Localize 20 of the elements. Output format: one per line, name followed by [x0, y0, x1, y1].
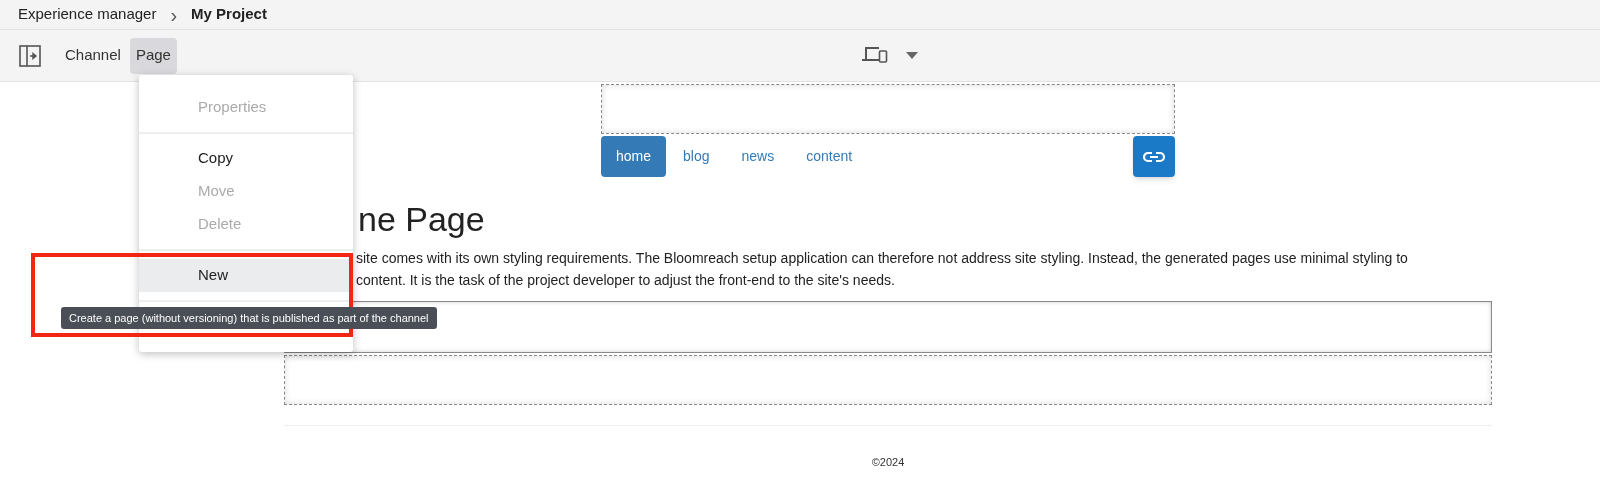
devices-icon[interactable] — [862, 44, 888, 66]
nav-link[interactable]: news — [726, 136, 790, 177]
link-button[interactable] — [1133, 136, 1175, 177]
sidebar-toggle-icon[interactable] — [19, 44, 41, 67]
intro-text: site comes with its own styling requirements. The Bloomreach setup application can therefore not address site styling. Instead, the generated pages use minimal styling to — [356, 249, 1409, 268]
page-heading: ne Page — [357, 199, 486, 240]
nav-link[interactable]: blog — [668, 136, 725, 177]
breadcrumb-link[interactable]: Experience manager — [18, 3, 157, 26]
nav-link[interactable]: home — [601, 136, 667, 177]
tooltip: Create a page (without versioning) that is published as part of the channel — [61, 307, 437, 329]
toolbar-tab[interactable]: Page — [129, 37, 177, 74]
breadcrumb-separator: › — [170, 4, 178, 25]
toolbar-tab[interactable]: Channel — [59, 37, 127, 74]
footer-text: ©2024 — [870, 455, 906, 470]
nav-link[interactable]: content — [791, 136, 868, 177]
menu-item[interactable]: Copy — [139, 142, 353, 175]
link-icon — [1143, 150, 1165, 163]
caret-icon[interactable] — [906, 51, 918, 59]
breadcrumb-current: My Project — [191, 4, 267, 25]
intro-text: content. It is the task of the project developer to adjust the front-end to the site's needs. — [356, 271, 896, 290]
